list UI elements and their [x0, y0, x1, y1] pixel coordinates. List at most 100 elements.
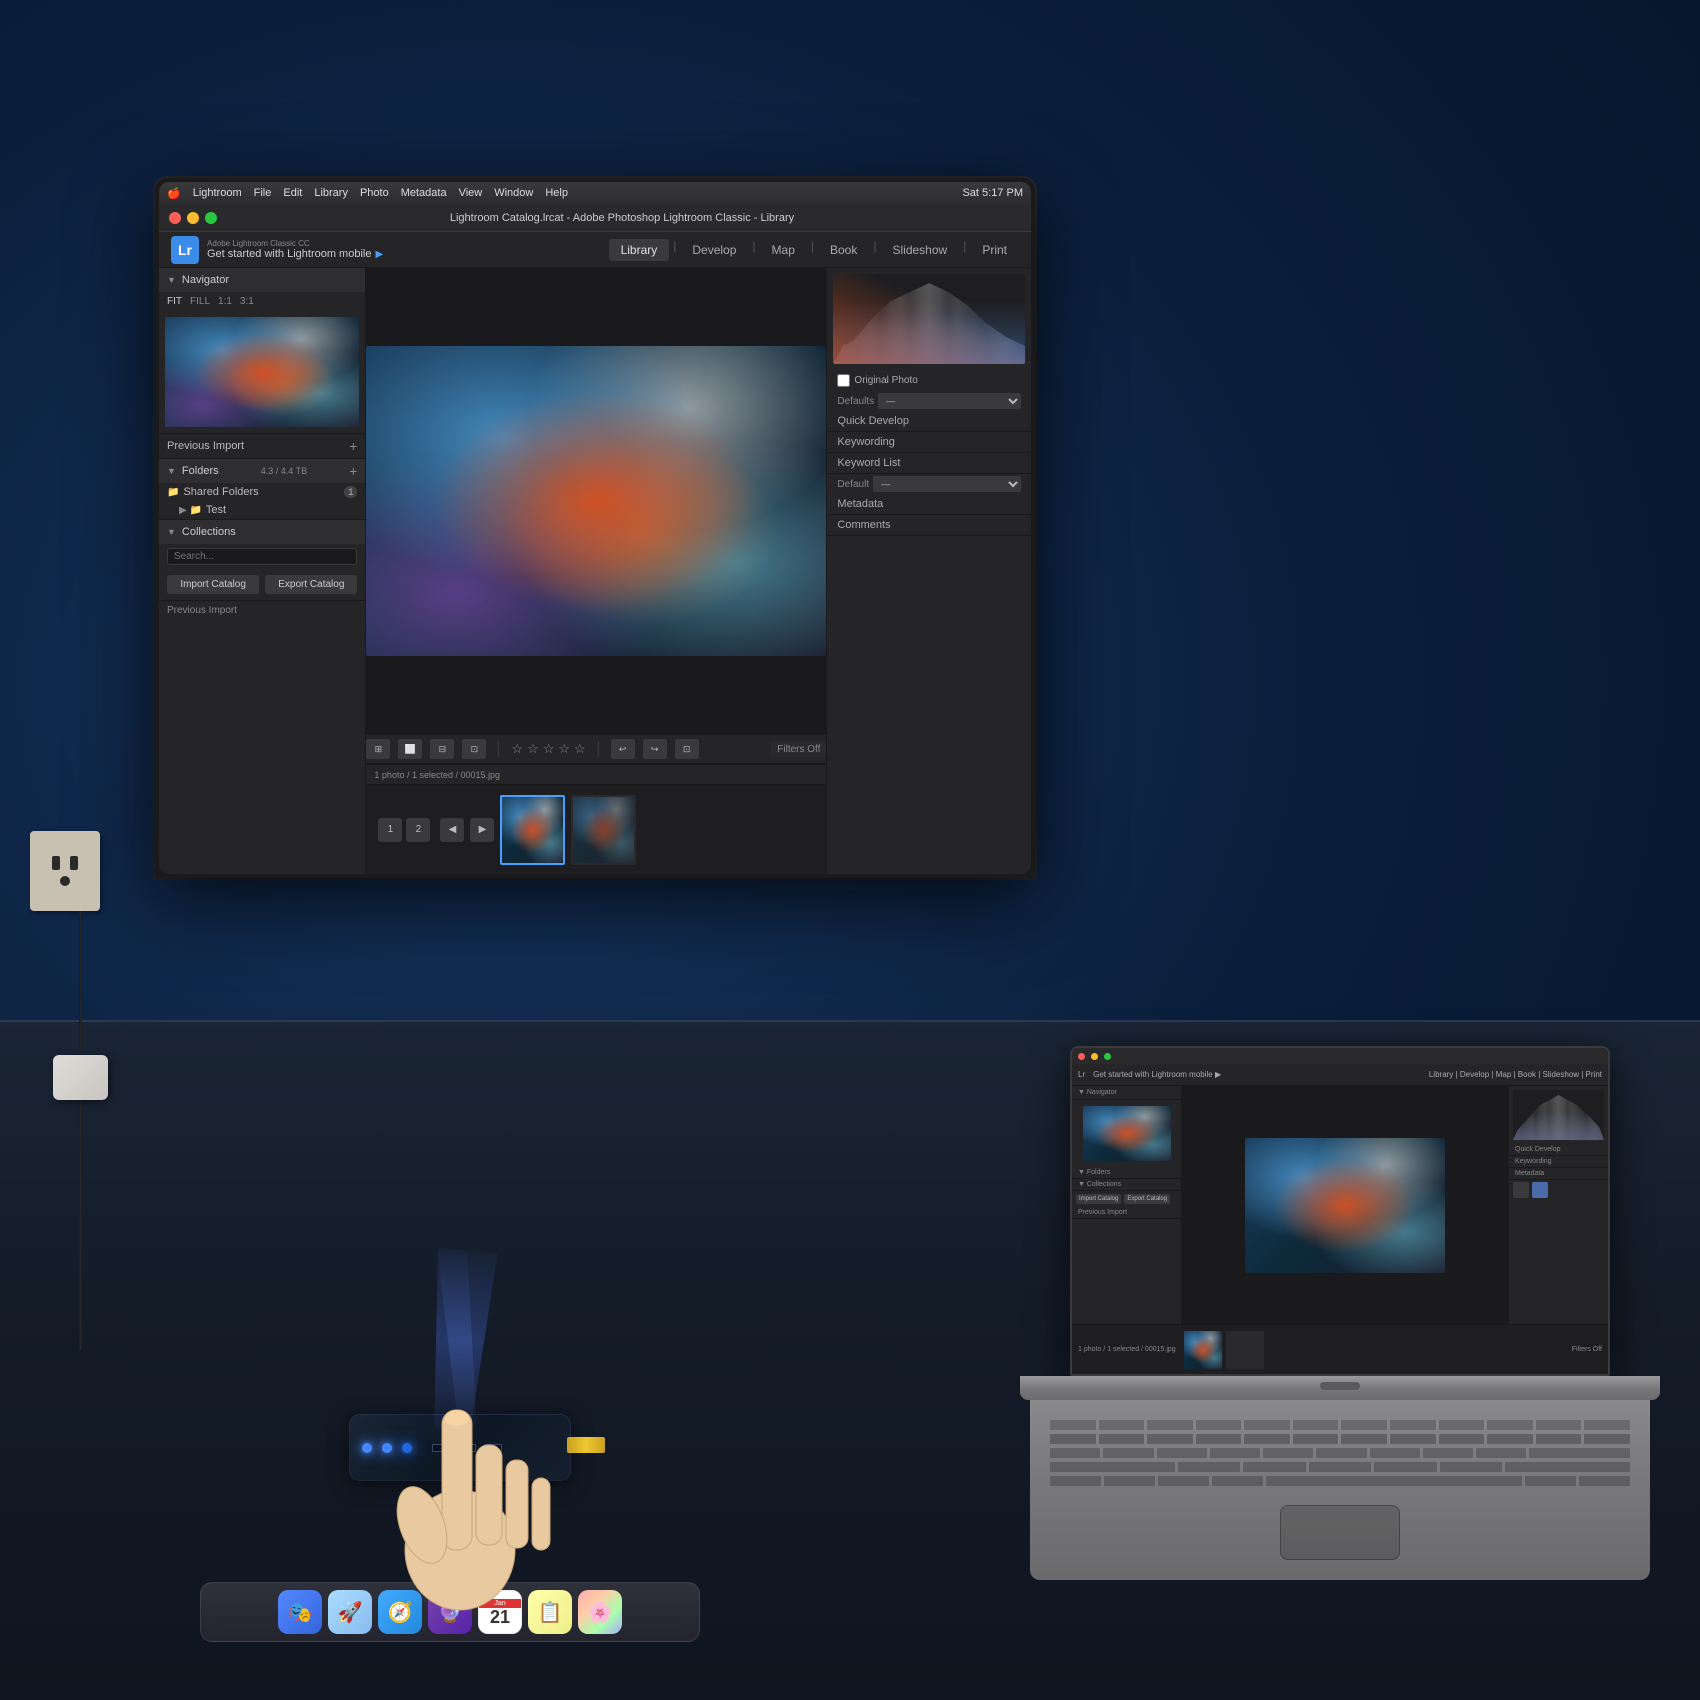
nav-fit[interactable]: FIT	[167, 296, 182, 307]
key	[1103, 1448, 1153, 1458]
mini-import-btn[interactable]: Import Catalog	[1076, 1194, 1121, 1204]
power-cable-bottom	[79, 1100, 82, 1350]
collections-chevron[interactable]: ▼	[167, 527, 176, 537]
key	[1099, 1434, 1145, 1444]
tab-map[interactable]: Map	[760, 239, 807, 261]
comments-item[interactable]: Comments	[827, 515, 1031, 536]
mini-toolbar: Lr Get started with Lightroom mobile ▶ L…	[1072, 1064, 1608, 1086]
mini-film-image	[1184, 1331, 1222, 1369]
menu-item-file[interactable]: File	[254, 187, 272, 200]
mini-film-thumb-1	[1184, 1331, 1222, 1369]
minimize-button[interactable]	[187, 212, 199, 224]
menu-item-window[interactable]: Window	[494, 187, 533, 200]
nav-fill[interactable]: FILL	[190, 296, 210, 307]
key	[1529, 1448, 1630, 1458]
nav-fit-tools: FIT FILL 1:1 3:1	[159, 292, 365, 311]
grid-view-button[interactable]: ⊞	[366, 739, 390, 759]
close-button[interactable]	[169, 212, 181, 224]
key	[1370, 1448, 1420, 1458]
dock-photos[interactable]: 🌸	[578, 1590, 622, 1634]
compare-view-button[interactable]: ⊟	[430, 739, 454, 759]
branding-arrow[interactable]: ▶	[375, 249, 383, 260]
previous-import-add[interactable]: +	[349, 438, 357, 454]
filmstrip-next[interactable]: ▶	[470, 818, 494, 842]
tab-develop[interactable]: Develop	[680, 239, 748, 261]
star-2[interactable]: ☆	[527, 741, 539, 757]
crop-button[interactable]: ⊡	[675, 739, 699, 759]
traffic-lights	[169, 212, 217, 224]
defaults-select[interactable]: —	[878, 393, 1021, 409]
keyboard-row-4	[1050, 1462, 1630, 1472]
previous-import-label[interactable]: Previous Import	[167, 440, 244, 452]
collections-search[interactable]	[167, 548, 357, 565]
filmstrip-prev[interactable]: ◀	[440, 818, 464, 842]
star-1[interactable]: ☆	[511, 741, 523, 757]
menu-item-library[interactable]: Library	[314, 187, 348, 200]
original-photo-checkbox[interactable]	[837, 374, 850, 387]
nav-3to1[interactable]: 3:1	[240, 296, 254, 307]
dock-finder[interactable]: 🎭	[278, 1590, 322, 1634]
mini-export-btn[interactable]: Export Catalog	[1124, 1194, 1170, 1204]
folder-icon-test: ▶ 📁	[179, 505, 202, 516]
filmstrip-thumb-1[interactable]	[500, 795, 565, 865]
loupe-view-button[interactable]: ⬜	[398, 739, 422, 759]
filmstrip-nav-1[interactable]: 1	[378, 818, 402, 842]
metadata-item[interactable]: Metadata	[827, 494, 1031, 515]
folder-item-shared[interactable]: 📁 Shared Folders 1	[159, 483, 365, 501]
navigator-thumbnail-image	[165, 317, 359, 427]
metadata-select[interactable]: —	[873, 476, 1021, 492]
export-catalog-button[interactable]: Export Catalog	[265, 575, 357, 594]
menu-item-photo[interactable]: Photo	[360, 187, 389, 200]
keyboard-row-1	[1050, 1420, 1630, 1430]
histogram-area	[833, 274, 1025, 364]
key	[1147, 1434, 1193, 1444]
key-cmd-left	[1212, 1476, 1263, 1486]
folders-add[interactable]: +	[349, 463, 357, 479]
menu-item-metadata[interactable]: Metadata	[401, 187, 447, 200]
star-3[interactable]: ☆	[543, 741, 555, 757]
tab-book[interactable]: Book	[818, 239, 869, 261]
tab-library[interactable]: Library	[609, 239, 670, 261]
menu-item-edit[interactable]: Edit	[283, 187, 302, 200]
outlet-hole-left	[52, 856, 60, 870]
key	[1374, 1462, 1436, 1472]
folder-item-test[interactable]: ▶ 📁 Test	[159, 501, 365, 519]
quick-develop-row: Defaults —	[827, 391, 1031, 411]
key-space	[1266, 1476, 1521, 1486]
trackpad[interactable]	[1280, 1505, 1400, 1560]
module-tabs: Library | Develop | Map | Book | Slidesh…	[609, 239, 1019, 261]
tab-slideshow[interactable]: Slideshow	[880, 239, 959, 261]
rotate-right-button[interactable]: ↪	[643, 739, 667, 759]
navigator-chevron[interactable]: ▼	[167, 275, 176, 285]
import-catalog-button[interactable]: Import Catalog	[167, 575, 259, 594]
keywording-item[interactable]: Keywording	[827, 432, 1031, 453]
star-5[interactable]: ☆	[574, 741, 586, 757]
key	[1341, 1420, 1387, 1430]
rotate-left-button[interactable]: ↩	[611, 739, 635, 759]
menu-item-lightroom[interactable]: Lightroom	[193, 187, 242, 200]
collections-buttons: Import Catalog Export Catalog	[159, 569, 365, 600]
key	[1584, 1420, 1630, 1430]
lr-right-panel: Original Photo Defaults — Quick Develop …	[826, 268, 1031, 874]
tab-print[interactable]: Print	[970, 239, 1019, 261]
survey-view-button[interactable]: ⊡	[462, 739, 486, 759]
star-rating: ☆ ☆ ☆ ☆ ☆	[511, 741, 585, 757]
key	[1099, 1420, 1145, 1430]
keyword-list-item[interactable]: Keyword List	[827, 453, 1031, 474]
key	[1243, 1462, 1305, 1472]
quick-develop-item[interactable]: Quick Develop	[827, 411, 1031, 432]
hand-svg	[360, 1330, 560, 1630]
menu-item-view[interactable]: View	[459, 187, 483, 200]
menu-item-help[interactable]: Help	[545, 187, 568, 200]
fullscreen-button[interactable]	[205, 212, 217, 224]
key-shift-left	[1050, 1462, 1175, 1472]
mini-prev-import: Previous Import	[1072, 1207, 1181, 1219]
folders-chevron[interactable]: ▼	[167, 466, 176, 476]
filmstrip-thumb-2[interactable]	[571, 795, 636, 865]
nav-1to1[interactable]: 1:1	[218, 296, 232, 307]
star-4[interactable]: ☆	[558, 741, 570, 757]
filters-off-label[interactable]: Filters Off	[771, 742, 826, 757]
filmstrip-nav-2[interactable]: 2	[406, 818, 430, 842]
menu-item-apple[interactable]: 🍎	[167, 187, 181, 200]
ring-finger	[506, 1460, 528, 1548]
